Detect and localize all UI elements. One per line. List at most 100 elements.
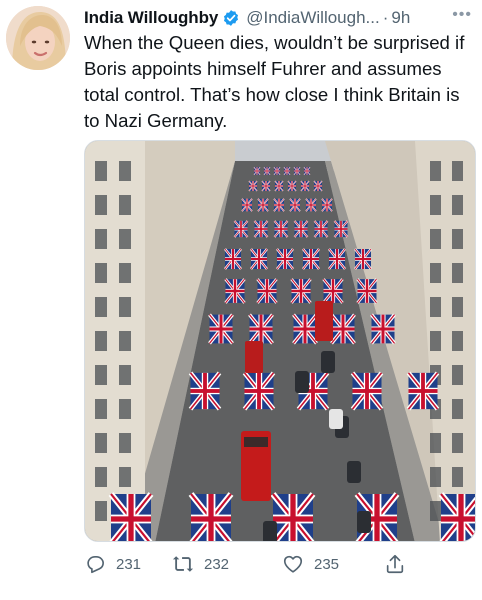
window <box>430 297 441 317</box>
flag-cross <box>254 228 268 230</box>
tweet-text: When the Queen dies, wouldn’t be surpris… <box>84 32 465 131</box>
window <box>119 161 131 181</box>
window <box>95 331 107 351</box>
flag-cross <box>273 516 313 522</box>
red-bus <box>315 301 333 341</box>
flag-cross <box>301 185 309 187</box>
window <box>95 399 107 419</box>
flag-cross <box>257 289 277 293</box>
flag-cross <box>284 170 290 172</box>
window <box>95 297 107 317</box>
car <box>347 461 361 483</box>
window <box>95 365 107 385</box>
flag-cross <box>371 327 395 331</box>
flag-cross <box>303 257 319 261</box>
flag-cross <box>274 170 280 172</box>
window <box>452 229 463 249</box>
flag-cross <box>242 204 252 206</box>
flag-cross <box>274 228 288 230</box>
bus-window <box>244 437 268 447</box>
window <box>119 365 131 385</box>
like-count: 235 <box>314 555 340 573</box>
window <box>430 331 441 351</box>
flag-cross <box>274 204 284 206</box>
flag-cross <box>262 185 270 187</box>
window <box>95 263 107 283</box>
car <box>321 351 335 373</box>
window <box>95 229 107 249</box>
window <box>452 467 463 487</box>
red-bus <box>245 341 263 373</box>
flag-cross <box>258 204 268 206</box>
flag-cross <box>329 257 345 261</box>
window <box>430 467 441 487</box>
tweet-actions: 231 232 235 <box>84 548 476 580</box>
flag-cross <box>225 257 241 261</box>
window <box>452 263 463 283</box>
flag-cross <box>323 289 343 293</box>
flag-cross <box>225 289 245 293</box>
window <box>95 433 107 453</box>
window <box>452 161 463 181</box>
flag-cross <box>277 257 293 261</box>
like-button[interactable]: 235 <box>282 548 339 580</box>
flag-cross <box>264 170 270 172</box>
window <box>452 365 463 385</box>
share-button[interactable] <box>384 548 406 580</box>
share-icon <box>386 554 404 574</box>
avatar[interactable] <box>6 6 70 70</box>
window <box>452 297 463 317</box>
flag-cross <box>334 228 348 230</box>
window <box>430 195 441 215</box>
flag-cross <box>441 516 475 522</box>
flag-cross <box>314 228 328 230</box>
window <box>119 399 131 419</box>
window <box>452 195 463 215</box>
car <box>263 521 277 541</box>
window <box>452 331 463 351</box>
retweet-button[interactable]: 232 <box>172 548 229 580</box>
flag-cross <box>249 327 273 331</box>
window <box>119 331 131 351</box>
flag-cross <box>251 257 267 261</box>
window <box>452 433 463 453</box>
tweet-timestamp[interactable]: 9h <box>391 8 410 28</box>
window <box>430 229 441 249</box>
flag-cross <box>291 289 311 293</box>
retweet-icon <box>172 556 194 572</box>
window <box>119 263 131 283</box>
flag-cross <box>294 228 308 230</box>
window <box>430 161 441 181</box>
verified-badge-icon <box>222 9 240 27</box>
window <box>119 297 131 317</box>
flag-cross <box>244 389 274 393</box>
window <box>430 433 441 453</box>
flag-cross <box>331 327 355 331</box>
flag-cross <box>293 327 317 331</box>
window <box>95 501 107 521</box>
retweet-count: 232 <box>204 555 230 573</box>
flag-cross <box>357 289 377 293</box>
reply-button[interactable]: 231 <box>84 548 141 580</box>
window <box>119 195 131 215</box>
flag-cross <box>314 185 322 187</box>
flag-cross <box>275 185 283 187</box>
tweet-photo[interactable] <box>84 140 476 542</box>
window <box>119 467 131 487</box>
reply-icon <box>87 556 104 574</box>
tweet: India Willoughby @IndiaWillough... · 9h … <box>0 0 482 600</box>
flag-cross <box>304 170 310 172</box>
header-separator: · <box>382 8 389 27</box>
flag-cross <box>294 170 300 172</box>
flag-cross <box>209 327 233 331</box>
more-options-icon[interactable]: ••• <box>452 6 472 24</box>
window <box>119 229 131 249</box>
flag-cross <box>306 204 316 206</box>
heart-icon <box>283 555 303 573</box>
flag-cross <box>111 516 151 522</box>
author-handle[interactable]: @IndiaWillough... <box>246 8 380 28</box>
car <box>329 409 343 429</box>
flag-cross <box>249 185 257 187</box>
author-name[interactable]: India Willoughby <box>84 8 218 28</box>
flag-cross <box>322 204 332 206</box>
